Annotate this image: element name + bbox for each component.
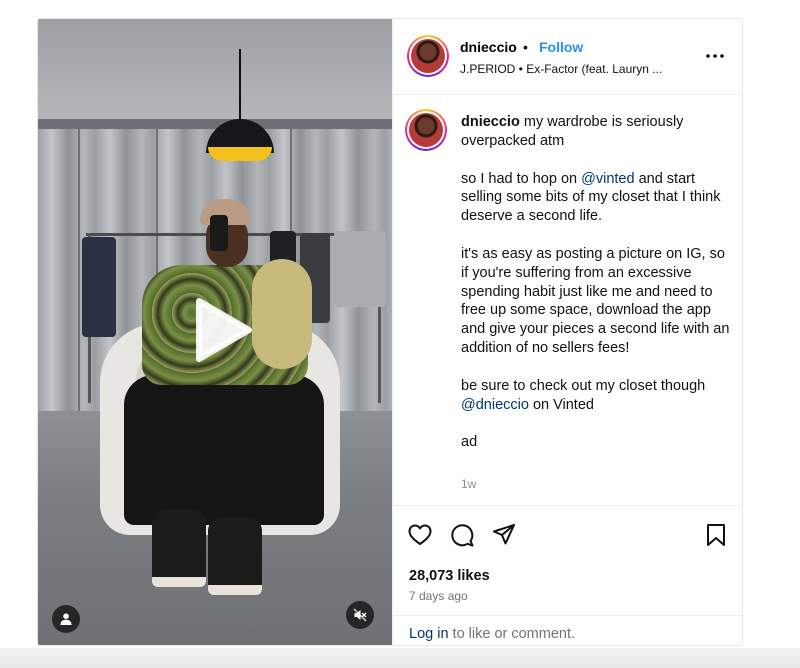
avatar [409, 113, 443, 147]
more-options-icon[interactable] [703, 47, 727, 65]
person-phone [210, 215, 228, 251]
caption-text: dnieccio my wardrobe is seriously overpa… [461, 113, 733, 471]
caption-text-part: so I had to hop on [461, 170, 582, 187]
user-tag-button[interactable] [52, 605, 80, 633]
follow-button[interactable]: Follow [539, 39, 583, 55]
author-avatar[interactable] [407, 35, 449, 77]
avatar-frame [409, 37, 447, 75]
bookmark-icon[interactable] [703, 522, 729, 548]
caption-area: dnieccio my wardrobe is seriously overpa… [393, 95, 742, 505]
lamp-cord [239, 49, 241, 121]
caption-text-part: be sure to check out my closet though [461, 377, 706, 394]
login-prompt: Log in to like or comment. [393, 615, 742, 645]
post-card: dnieccio • Follow J.PERIOD • Ex-Factor (… [37, 18, 743, 646]
right-sneaker [208, 517, 262, 595]
caption-avatar[interactable] [405, 109, 447, 151]
mention-vinted[interactable]: @vinted [581, 171, 634, 187]
user-tag-icon [60, 613, 72, 625]
hanging-jacket [82, 237, 116, 337]
heart-icon[interactable] [407, 522, 433, 548]
login-text: to like or comment. [448, 626, 576, 642]
separator-dot: • [523, 39, 528, 55]
muted-speaker-icon [353, 608, 367, 622]
mute-toggle-button[interactable] [346, 601, 374, 629]
play-icon[interactable] [185, 295, 255, 365]
author-username[interactable]: dnieccio [460, 39, 517, 55]
likes-count[interactable]: 28,073 likes [409, 568, 490, 584]
ceiling [38, 19, 392, 129]
avatar [411, 39, 445, 73]
share-icon[interactable] [491, 522, 517, 548]
mention-dnieccio[interactable]: @dnieccio [461, 397, 529, 413]
post-side-panel: dnieccio • Follow J.PERIOD • Ex-Factor (… [392, 19, 742, 645]
panel-seam [78, 129, 80, 419]
person-pants [124, 375, 324, 525]
page: dnieccio • Follow J.PERIOD • Ex-Factor (… [0, 0, 800, 668]
caption-timestamp[interactable]: 1w [461, 477, 476, 491]
caption-text-part: on Vinted [528, 396, 594, 413]
post-video[interactable] [38, 19, 392, 645]
hanging-denim [334, 231, 386, 307]
bottom-bar [0, 648, 800, 668]
caption-paragraph: it's as easy as posting a picture on IG,… [461, 245, 730, 356]
post-header: dnieccio • Follow J.PERIOD • Ex-Factor (… [393, 19, 742, 95]
comment-icon[interactable] [449, 522, 475, 548]
post-actions: 28,073 likes 7 days ago Log in to like o… [393, 505, 742, 645]
login-link[interactable]: Log in [409, 626, 449, 642]
left-sneaker [152, 509, 206, 587]
audio-track[interactable]: J.PERIOD • Ex-Factor (feat. Lauryn ... [460, 62, 690, 76]
post-date: 7 days ago [409, 589, 468, 603]
ad-label: ad [461, 434, 478, 451]
lamp-light [208, 147, 272, 161]
person-sleeve [252, 259, 312, 369]
caption-username[interactable]: dnieccio [461, 114, 520, 130]
avatar-frame [407, 111, 445, 149]
